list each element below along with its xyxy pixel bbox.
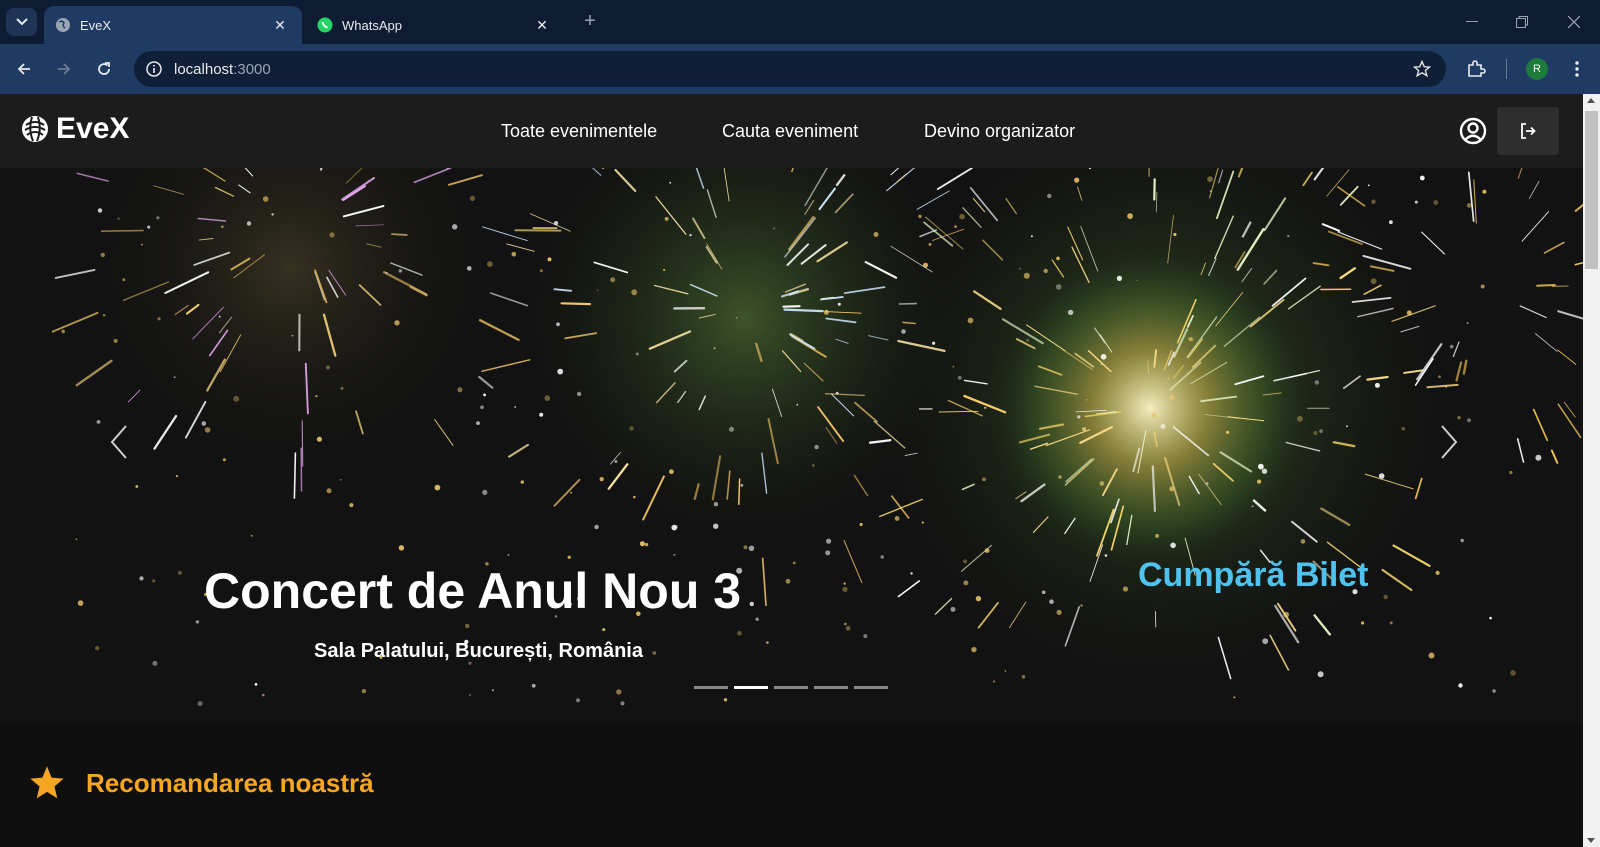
close-tab-icon[interactable]: ✕ xyxy=(268,13,292,37)
forward-button[interactable] xyxy=(50,55,78,83)
reload-icon xyxy=(98,62,110,75)
arrow-left-icon xyxy=(17,63,30,75)
event-title: Concert de Anul Nou 3 xyxy=(204,563,742,619)
recommendation-heading: Recomandarea noastră xyxy=(28,764,374,802)
carousel-indicator[interactable] xyxy=(694,686,728,689)
event-location: Sala Palatului, București, România xyxy=(314,640,643,662)
whatsapp-icon xyxy=(316,16,334,34)
nav-search-event[interactable]: Cauta eveniment xyxy=(722,94,858,168)
site-header: EveX Toate evenimentele Cauta eveniment … xyxy=(0,94,1583,168)
chevron-down-icon xyxy=(15,18,28,26)
fireworks-image xyxy=(0,168,1583,722)
buy-ticket-link[interactable]: Cumpără Bilet xyxy=(1138,556,1369,595)
globe-icon xyxy=(54,16,72,34)
toolbar-separator xyxy=(1506,59,1507,79)
bookmark-star-icon[interactable] xyxy=(1412,59,1432,79)
carousel-indicator[interactable] xyxy=(814,686,848,689)
account-icon[interactable] xyxy=(1458,116,1488,146)
extensions-button[interactable] xyxy=(1462,55,1490,83)
site-info-icon[interactable] xyxy=(144,59,164,79)
carousel-indicators xyxy=(694,686,888,689)
profile-avatar[interactable]: R xyxy=(1526,58,1548,80)
back-button[interactable] xyxy=(10,55,38,83)
carousel-indicator[interactable] xyxy=(774,686,808,689)
scroll-down-arrow[interactable] xyxy=(1587,838,1595,843)
browser-menu-button[interactable] xyxy=(1563,55,1591,83)
globe-logo-icon xyxy=(22,116,48,142)
address-bar[interactable]: localhost:3000 xyxy=(134,51,1446,87)
close-tab-icon[interactable]: ✕ xyxy=(530,13,554,37)
star-icon xyxy=(30,766,64,799)
new-tab-button[interactable]: + xyxy=(578,10,602,34)
tab-evex[interactable]: EveX ✕ xyxy=(44,6,302,44)
arrow-right-icon xyxy=(58,63,71,75)
logout-icon xyxy=(1521,123,1536,139)
carousel-prev-button[interactable] xyxy=(104,422,134,462)
nav-all-events[interactable]: Toate evenimentele xyxy=(501,94,657,168)
restore-icon xyxy=(1516,16,1528,28)
restore-button[interactable] xyxy=(1500,8,1544,36)
carousel-indicator[interactable] xyxy=(854,686,888,689)
scroll-up-arrow[interactable] xyxy=(1587,98,1595,103)
reload-button[interactable] xyxy=(90,55,118,83)
nav-become-organizer[interactable]: Devino organizator xyxy=(924,94,1075,168)
browser-toolbar: localhost:3000 R xyxy=(0,44,1600,94)
tab-title: WhatsApp xyxy=(342,17,402,33)
scrollbar-thumb[interactable] xyxy=(1585,111,1598,269)
browser-tab-bar: EveX ✕ WhatsApp ✕ + xyxy=(0,0,1600,44)
kebab-menu-icon xyxy=(1575,61,1579,77)
close-window-button[interactable] xyxy=(1552,8,1596,36)
recommendation-title: Recomandarea noastră xyxy=(86,767,374,798)
page-content: EveX Toate evenimentele Cauta eveniment … xyxy=(0,94,1583,847)
page-scrollbar[interactable] xyxy=(1583,94,1600,847)
close-icon xyxy=(1568,16,1580,28)
brand-name: EveX xyxy=(56,112,130,145)
tab-whatsapp[interactable]: WhatsApp ✕ xyxy=(306,6,564,44)
url-port: :3000 xyxy=(233,60,271,78)
hero-carousel: Concert de Anul Nou 3 Sala Palatului, Bu… xyxy=(0,168,1583,722)
tab-search-button[interactable] xyxy=(6,8,37,36)
carousel-next-button[interactable] xyxy=(1434,422,1464,462)
carousel-indicator[interactable] xyxy=(734,686,768,689)
logout-button[interactable] xyxy=(1497,107,1559,155)
minimize-button[interactable] xyxy=(1450,8,1494,36)
minimize-icon xyxy=(1466,21,1478,22)
url-host: localhost xyxy=(174,60,234,78)
tab-title: EveX xyxy=(80,17,112,33)
puzzle-icon xyxy=(1468,60,1486,77)
brand-logo[interactable]: EveX xyxy=(20,112,129,146)
